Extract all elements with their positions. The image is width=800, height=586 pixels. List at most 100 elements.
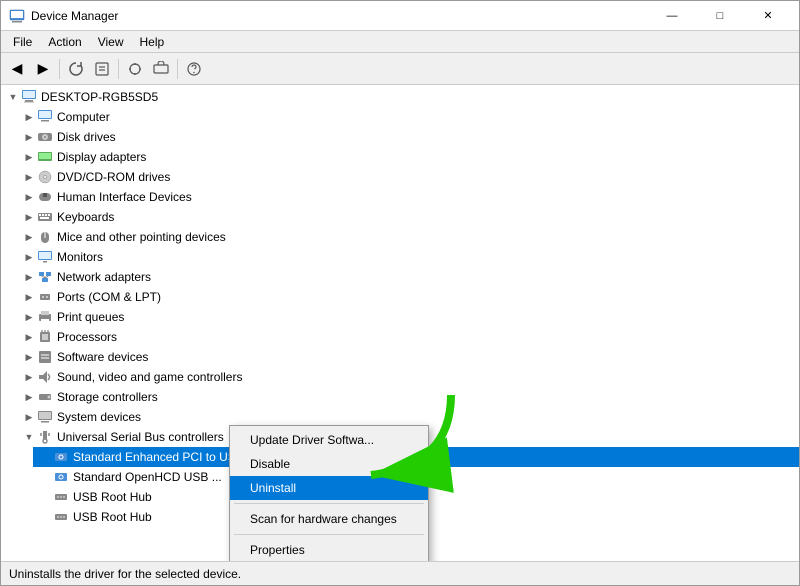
- refresh-button[interactable]: [64, 57, 88, 81]
- tree-item-hid[interactable]: ▶ Human Interface Devices: [17, 187, 799, 207]
- ctx-update-driver[interactable]: Update Driver Softwa...: [230, 428, 428, 452]
- network-icon: [37, 269, 53, 285]
- storage-label: Storage controllers: [57, 390, 158, 404]
- tree-item-network[interactable]: ▶ Network adapters: [17, 267, 799, 287]
- print-expander[interactable]: ▶: [21, 309, 37, 325]
- software-devices-label: Software devices: [57, 350, 148, 364]
- openhcd-icon: [53, 469, 69, 485]
- context-menu: Update Driver Softwa... Disable Uninstal…: [229, 425, 429, 561]
- tree-item-computer[interactable]: ▶ Computer: [17, 107, 799, 127]
- back-button[interactable]: ◀: [5, 57, 29, 81]
- tree-item-storage[interactable]: ▶ Storage controllers: [17, 387, 799, 407]
- menu-help[interactable]: Help: [132, 33, 173, 51]
- properties-toolbar-button[interactable]: [90, 57, 114, 81]
- status-bar: Uninstalls the driver for the selected d…: [1, 561, 799, 585]
- computer-expander[interactable]: ▶: [21, 109, 37, 125]
- tree-item-software-devices[interactable]: ▶ Software devices: [17, 347, 799, 367]
- system-expander[interactable]: ▶: [21, 409, 37, 425]
- toolbar-separator-2: [118, 59, 119, 79]
- minimize-button[interactable]: —: [649, 1, 695, 31]
- tree-item-sound[interactable]: ▶ Sound, video and game controllers: [17, 367, 799, 387]
- ctx-uninstall[interactable]: Uninstall: [230, 476, 428, 500]
- ctx-properties[interactable]: Properties: [230, 538, 428, 561]
- ports-expander[interactable]: ▶: [21, 289, 37, 305]
- tree-item-system-devices[interactable]: ▶ System devices: [17, 407, 799, 427]
- mice-icon: [37, 229, 53, 245]
- ctx-separator-2: [234, 534, 424, 535]
- scan-hardware-button[interactable]: [123, 57, 147, 81]
- tree-item-ports[interactable]: ▶ Ports (COM & LPT): [17, 287, 799, 307]
- tree-item-keyboards[interactable]: ▶ Keyboards: [17, 207, 799, 227]
- update-driver-button[interactable]: [149, 57, 173, 81]
- sound-label: Sound, video and game controllers: [57, 370, 242, 384]
- sound-icon: [37, 369, 53, 385]
- close-button[interactable]: ✕: [745, 1, 791, 31]
- menu-bar: File Action View Help: [1, 31, 799, 53]
- keyboards-expander[interactable]: ▶: [21, 209, 37, 225]
- root-expander[interactable]: ▼: [5, 89, 21, 105]
- monitors-expander[interactable]: ▶: [21, 249, 37, 265]
- menu-action[interactable]: Action: [40, 33, 89, 51]
- sound-expander[interactable]: ▶: [21, 369, 37, 385]
- processors-icon: [37, 329, 53, 345]
- disk-drives-icon: [37, 129, 53, 145]
- display-adapters-label: Display adapters: [57, 150, 146, 164]
- hid-label: Human Interface Devices: [57, 190, 192, 204]
- tree-item-display-adapters[interactable]: ▶ Display adapters: [17, 147, 799, 167]
- ports-icon: [37, 289, 53, 305]
- disk-drives-label: Disk drives: [57, 130, 116, 144]
- processors-expander[interactable]: ▶: [21, 329, 37, 345]
- hid-expander[interactable]: ▶: [21, 189, 37, 205]
- enhanced-spacer: [37, 449, 53, 465]
- network-expander[interactable]: ▶: [21, 269, 37, 285]
- usb-icon: [37, 429, 53, 445]
- software-icon: [37, 349, 53, 365]
- usb-root-hub-2-label: USB Root Hub: [73, 510, 152, 524]
- ctx-separator-1: [234, 503, 424, 504]
- tree-item-dvd[interactable]: ▶ DVD/CD-ROM drives: [17, 167, 799, 187]
- keyboards-label: Keyboards: [57, 210, 114, 224]
- window-icon: [9, 8, 25, 24]
- ports-label: Ports (COM & LPT): [57, 290, 161, 304]
- menu-file[interactable]: File: [5, 33, 40, 51]
- forward-button[interactable]: ▶: [31, 57, 55, 81]
- tree-item-processors[interactable]: ▶ Processors: [17, 327, 799, 347]
- openhcd-spacer: [37, 469, 53, 485]
- tree-item-monitors[interactable]: ▶ Monitors: [17, 247, 799, 267]
- system-devices-label: System devices: [57, 410, 141, 424]
- root-icon: [21, 89, 37, 105]
- hub1-icon: [53, 489, 69, 505]
- software-expander[interactable]: ▶: [21, 349, 37, 365]
- tree-item-print-queues[interactable]: ▶ Print queues: [17, 307, 799, 327]
- toolbar-separator-3: [177, 59, 178, 79]
- root-label: DESKTOP-RGB5SD5: [41, 90, 158, 104]
- ctx-disable[interactable]: Disable: [230, 452, 428, 476]
- tree-root[interactable]: ▼ DESKTOP-RGB5SD5: [1, 87, 799, 107]
- tree-item-disk-drives[interactable]: ▶ Disk drives: [17, 127, 799, 147]
- display-adapters-icon: [37, 149, 53, 165]
- dvd-label: DVD/CD-ROM drives: [57, 170, 170, 184]
- hub1-spacer: [37, 489, 53, 505]
- processors-label: Processors: [57, 330, 117, 344]
- menu-view[interactable]: View: [90, 33, 132, 51]
- disk-expander[interactable]: ▶: [21, 129, 37, 145]
- dvd-expander[interactable]: ▶: [21, 169, 37, 185]
- title-bar: Device Manager — □ ✕: [1, 1, 799, 31]
- maximize-button[interactable]: □: [697, 1, 743, 31]
- hid-icon: [37, 189, 53, 205]
- network-label: Network adapters: [57, 270, 151, 284]
- hub2-icon: [53, 509, 69, 525]
- ctx-scan-hardware[interactable]: Scan for hardware changes: [230, 507, 428, 531]
- mice-expander[interactable]: ▶: [21, 229, 37, 245]
- device-manager-window: Device Manager — □ ✕ File Action View He…: [0, 0, 800, 586]
- computer-label: Computer: [57, 110, 110, 124]
- content-area: ▼ DESKTOP-RGB5SD5 ▶ Computer ▶ Disk: [1, 85, 799, 561]
- usb-expander[interactable]: ▼: [21, 429, 37, 445]
- storage-icon: [37, 389, 53, 405]
- help-button[interactable]: [182, 57, 206, 81]
- display-expander[interactable]: ▶: [21, 149, 37, 165]
- tree-item-mice[interactable]: ▶ Mice and other pointing devices: [17, 227, 799, 247]
- computer-icon: [37, 109, 53, 125]
- storage-expander[interactable]: ▶: [21, 389, 37, 405]
- window-controls: — □ ✕: [649, 1, 791, 31]
